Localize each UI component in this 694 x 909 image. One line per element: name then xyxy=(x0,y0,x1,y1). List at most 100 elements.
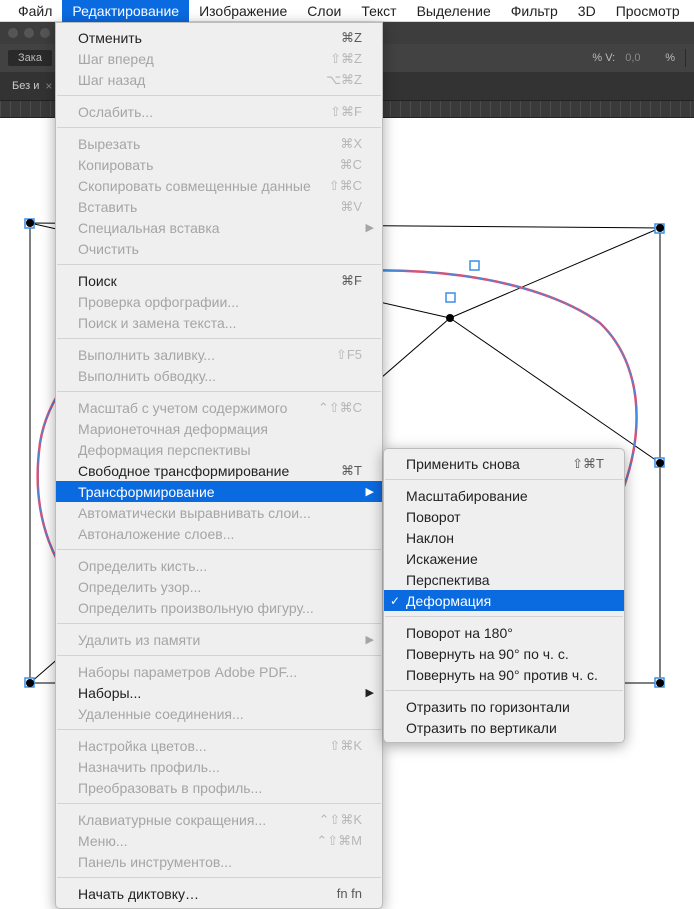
menu-item-label: Перспектива xyxy=(406,572,604,588)
menubar[interactable]: ФайлРедактированиеИзображениеСлоиТекстВы… xyxy=(0,0,694,22)
menu-item[interactable]: Поворот xyxy=(384,506,624,527)
menu-item: Удалить из памяти▶ xyxy=(56,629,382,650)
menu-item-shortcut: ⌘F xyxy=(341,273,362,289)
menu-item: Меню...⌃⇧⌘M xyxy=(56,830,382,851)
menu-item-label: Проверка орфографии... xyxy=(78,294,362,310)
menu-item-shortcut: ⇧F5 xyxy=(336,347,362,363)
toolbar-field-value[interactable]: 0,0 xyxy=(625,52,655,64)
menubar-item[interactable]: Текст xyxy=(351,0,406,22)
menu-item: Шаг вперед⇧⌘Z xyxy=(56,48,382,69)
menu-item[interactable]: Начать диктовку…fn fn xyxy=(56,883,382,904)
menu-item[interactable]: Наборы...▶ xyxy=(56,682,382,703)
menu-item-label: Меню... xyxy=(78,833,316,849)
menu-item[interactable]: Свободное трансформирование⌘T xyxy=(56,460,382,481)
toolbar-button[interactable]: Зака xyxy=(8,50,52,66)
menu-separator xyxy=(57,549,381,550)
menu-item-label: Поворот на 180° xyxy=(406,625,604,641)
menu-item-shortcut: ⌘C xyxy=(340,157,362,173)
menu-item-label: Наборы параметров Adobe PDF... xyxy=(78,664,362,680)
menu-item[interactable]: Отразить по горизонтали xyxy=(384,696,624,717)
menu-item-label: Масштаб с учетом содержимого xyxy=(78,400,318,416)
menu-item[interactable]: Поворот на 180° xyxy=(384,622,624,643)
menubar-item[interactable]: Фильтр xyxy=(501,0,568,22)
close-icon[interactable]: × xyxy=(45,79,52,93)
menubar-item[interactable]: Изображение xyxy=(189,0,297,22)
menu-item: Определить произвольную фигуру... xyxy=(56,597,382,618)
menu-item[interactable]: ✓Деформация xyxy=(384,590,624,611)
menu-item-label: Искажение xyxy=(406,551,604,567)
menu-item-label: Определить произвольную фигуру... xyxy=(78,600,362,616)
menu-separator xyxy=(385,616,623,617)
document-tab[interactable]: Без и× xyxy=(6,72,59,100)
menu-item: Поиск и замена текста... xyxy=(56,312,382,333)
menu-item-label: Наклон xyxy=(406,530,604,546)
menu-item: Выполнить обводку... xyxy=(56,365,382,386)
menu-item[interactable]: Искажение xyxy=(384,548,624,569)
menubar-item[interactable]: Слои xyxy=(297,0,351,22)
menu-item[interactable]: Наклон xyxy=(384,527,624,548)
traffic-min-icon[interactable] xyxy=(24,28,34,38)
toolbar-unit: % xyxy=(665,52,675,64)
menu-item: Наборы параметров Adobe PDF... xyxy=(56,661,382,682)
edit-menu[interactable]: Отменить⌘ZШаг вперед⇧⌘ZШаг назад⌥⌘Z Ослаб… xyxy=(55,22,383,909)
menu-separator xyxy=(57,264,381,265)
menu-item-shortcut: ⇧⌘K xyxy=(329,738,362,754)
toolbar-field-label: % V: xyxy=(592,52,615,64)
menu-item-label: Шаг назад xyxy=(78,72,326,88)
menu-item[interactable]: Перспектива xyxy=(384,569,624,590)
menu-item-label: Поиск xyxy=(78,273,341,289)
menu-item[interactable]: Повернуть на 90° против ч. с. xyxy=(384,664,624,685)
menu-item-label: Деформация перспективы xyxy=(78,442,362,458)
menu-separator xyxy=(57,623,381,624)
menubar-item[interactable]: Редактирование xyxy=(62,0,189,22)
menu-separator xyxy=(57,127,381,128)
menu-item-shortcut: ⇧⌘C xyxy=(329,178,362,194)
menu-item-label: Отразить по горизонтали xyxy=(406,699,604,715)
menubar-item[interactable]: 3D xyxy=(568,0,606,22)
menubar-item[interactable]: Просмотр xyxy=(606,0,690,22)
menu-item[interactable]: Поиск⌘F xyxy=(56,270,382,291)
menu-item-label: Определить кисть... xyxy=(78,558,362,574)
menu-item: Специальная вставка▶ xyxy=(56,217,382,238)
menu-item-shortcut: ⇧⌘Z xyxy=(330,51,362,67)
menu-item: Вырезать⌘X xyxy=(56,133,382,154)
menu-item[interactable]: Масштабирование xyxy=(384,485,624,506)
menu-item-shortcut: ⌃⇧⌘C xyxy=(318,400,362,416)
menu-item-label: Применить снова xyxy=(406,456,572,472)
menu-item[interactable]: Применить снова⇧⌘T xyxy=(384,453,624,474)
menu-item-shortcut: ⌘V xyxy=(340,199,362,215)
menu-item-label: Повернуть на 90° против ч. с. xyxy=(406,667,604,683)
menubar-item[interactable]: Выделение xyxy=(407,0,501,22)
menu-item: Вставить⌘V xyxy=(56,196,382,217)
menu-item: Автоматически выравнивать слои... xyxy=(56,502,382,523)
menubar-item[interactable]: Файл xyxy=(8,0,62,22)
menu-item-shortcut: ⇧⌘T xyxy=(572,456,604,472)
submenu-arrow-icon: ▶ xyxy=(366,686,374,699)
menu-item-label: Ослабить... xyxy=(78,104,330,120)
menu-item-shortcut: ⇧⌘F xyxy=(330,104,362,120)
traffic-close-icon[interactable] xyxy=(8,28,18,38)
check-icon: ✓ xyxy=(390,594,400,608)
menu-item-label: Панель инструментов... xyxy=(78,854,362,870)
menu-item[interactable]: Повернуть на 90° по ч. с. xyxy=(384,643,624,664)
submenu-arrow-icon: ▶ xyxy=(366,633,374,646)
menu-item-label: Преобразовать в профиль... xyxy=(78,780,362,796)
menu-separator xyxy=(385,690,623,691)
menu-separator xyxy=(57,391,381,392)
menu-item[interactable]: Отменить⌘Z xyxy=(56,27,382,48)
menu-item: Ослабить...⇧⌘F xyxy=(56,101,382,122)
menu-item: Преобразовать в профиль... xyxy=(56,777,382,798)
menu-item: Шаг назад⌥⌘Z xyxy=(56,69,382,90)
menu-item: Копировать⌘C xyxy=(56,154,382,175)
traffic-max-icon[interactable] xyxy=(40,28,50,38)
menu-separator xyxy=(57,729,381,730)
menu-item-shortcut: ⌘Z xyxy=(341,30,362,46)
menu-item-label: Назначить профиль... xyxy=(78,759,362,775)
transform-submenu[interactable]: Применить снова⇧⌘T Масштабирование Поворот… xyxy=(383,448,625,743)
menu-item[interactable]: Отразить по вертикали xyxy=(384,717,624,738)
menu-item: Скопировать совмещенные данные⇧⌘C xyxy=(56,175,382,196)
menu-item-label: Поворот xyxy=(406,509,604,525)
menu-separator xyxy=(57,95,381,96)
menu-item-label: Вырезать xyxy=(78,136,340,152)
menu-item[interactable]: Трансформирование▶ xyxy=(56,481,382,502)
